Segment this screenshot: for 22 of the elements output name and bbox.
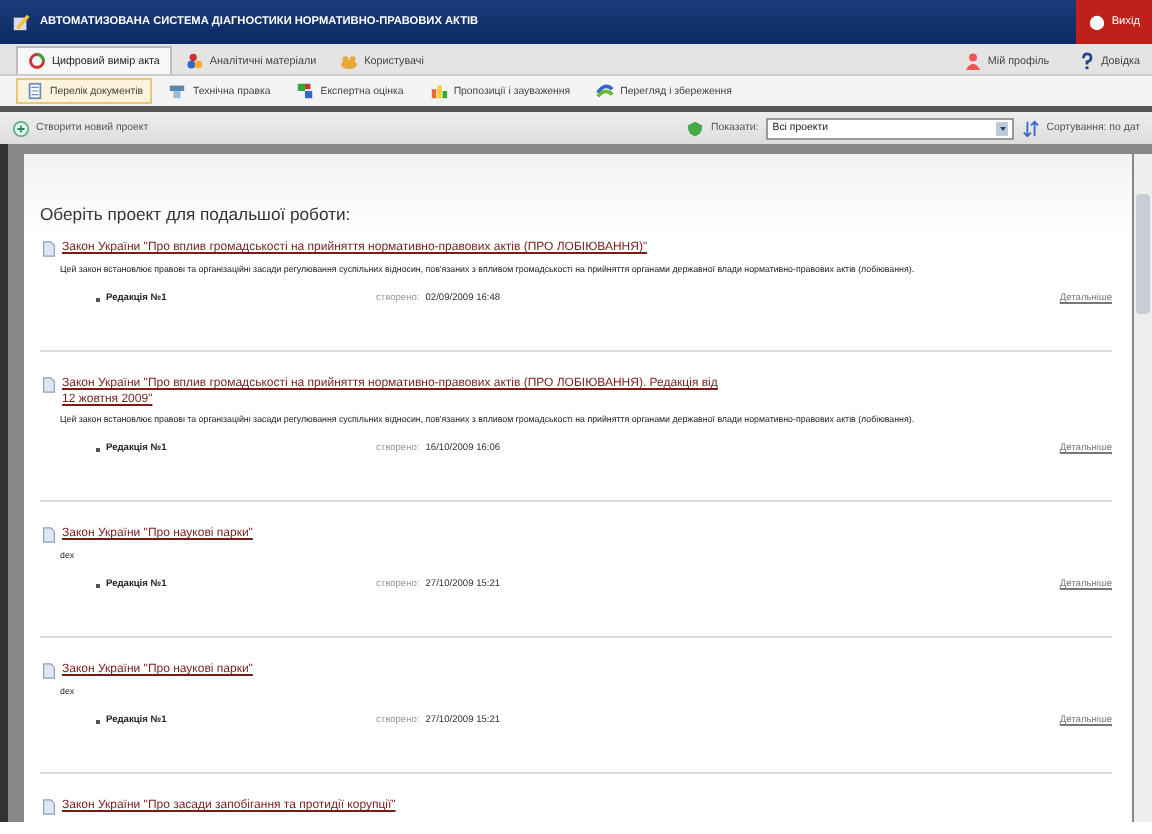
tab-icon [168,82,187,100]
document-icon [40,240,58,258]
scrollbar[interactable] [1134,154,1152,822]
tab-icon [296,82,315,100]
tab-icon [340,52,359,70]
document-icon [40,662,58,680]
document-icon [40,526,58,544]
document-icon [40,376,58,394]
tab-icon [185,52,204,70]
sort-icon [1022,119,1041,137]
pencil-logo-icon [12,13,30,31]
help-icon [1077,52,1096,70]
person-icon [963,52,982,70]
shield-icon [685,119,704,137]
plus-icon [12,119,30,137]
document-icon [40,798,58,816]
tab-icon [26,82,44,100]
tab-icon [429,82,448,100]
tab-icon [28,52,46,70]
caret-icon [997,123,1008,133]
tab-icon [596,82,615,100]
section-heading: Оберіть проект для подальшої роботи: [40,204,353,224]
